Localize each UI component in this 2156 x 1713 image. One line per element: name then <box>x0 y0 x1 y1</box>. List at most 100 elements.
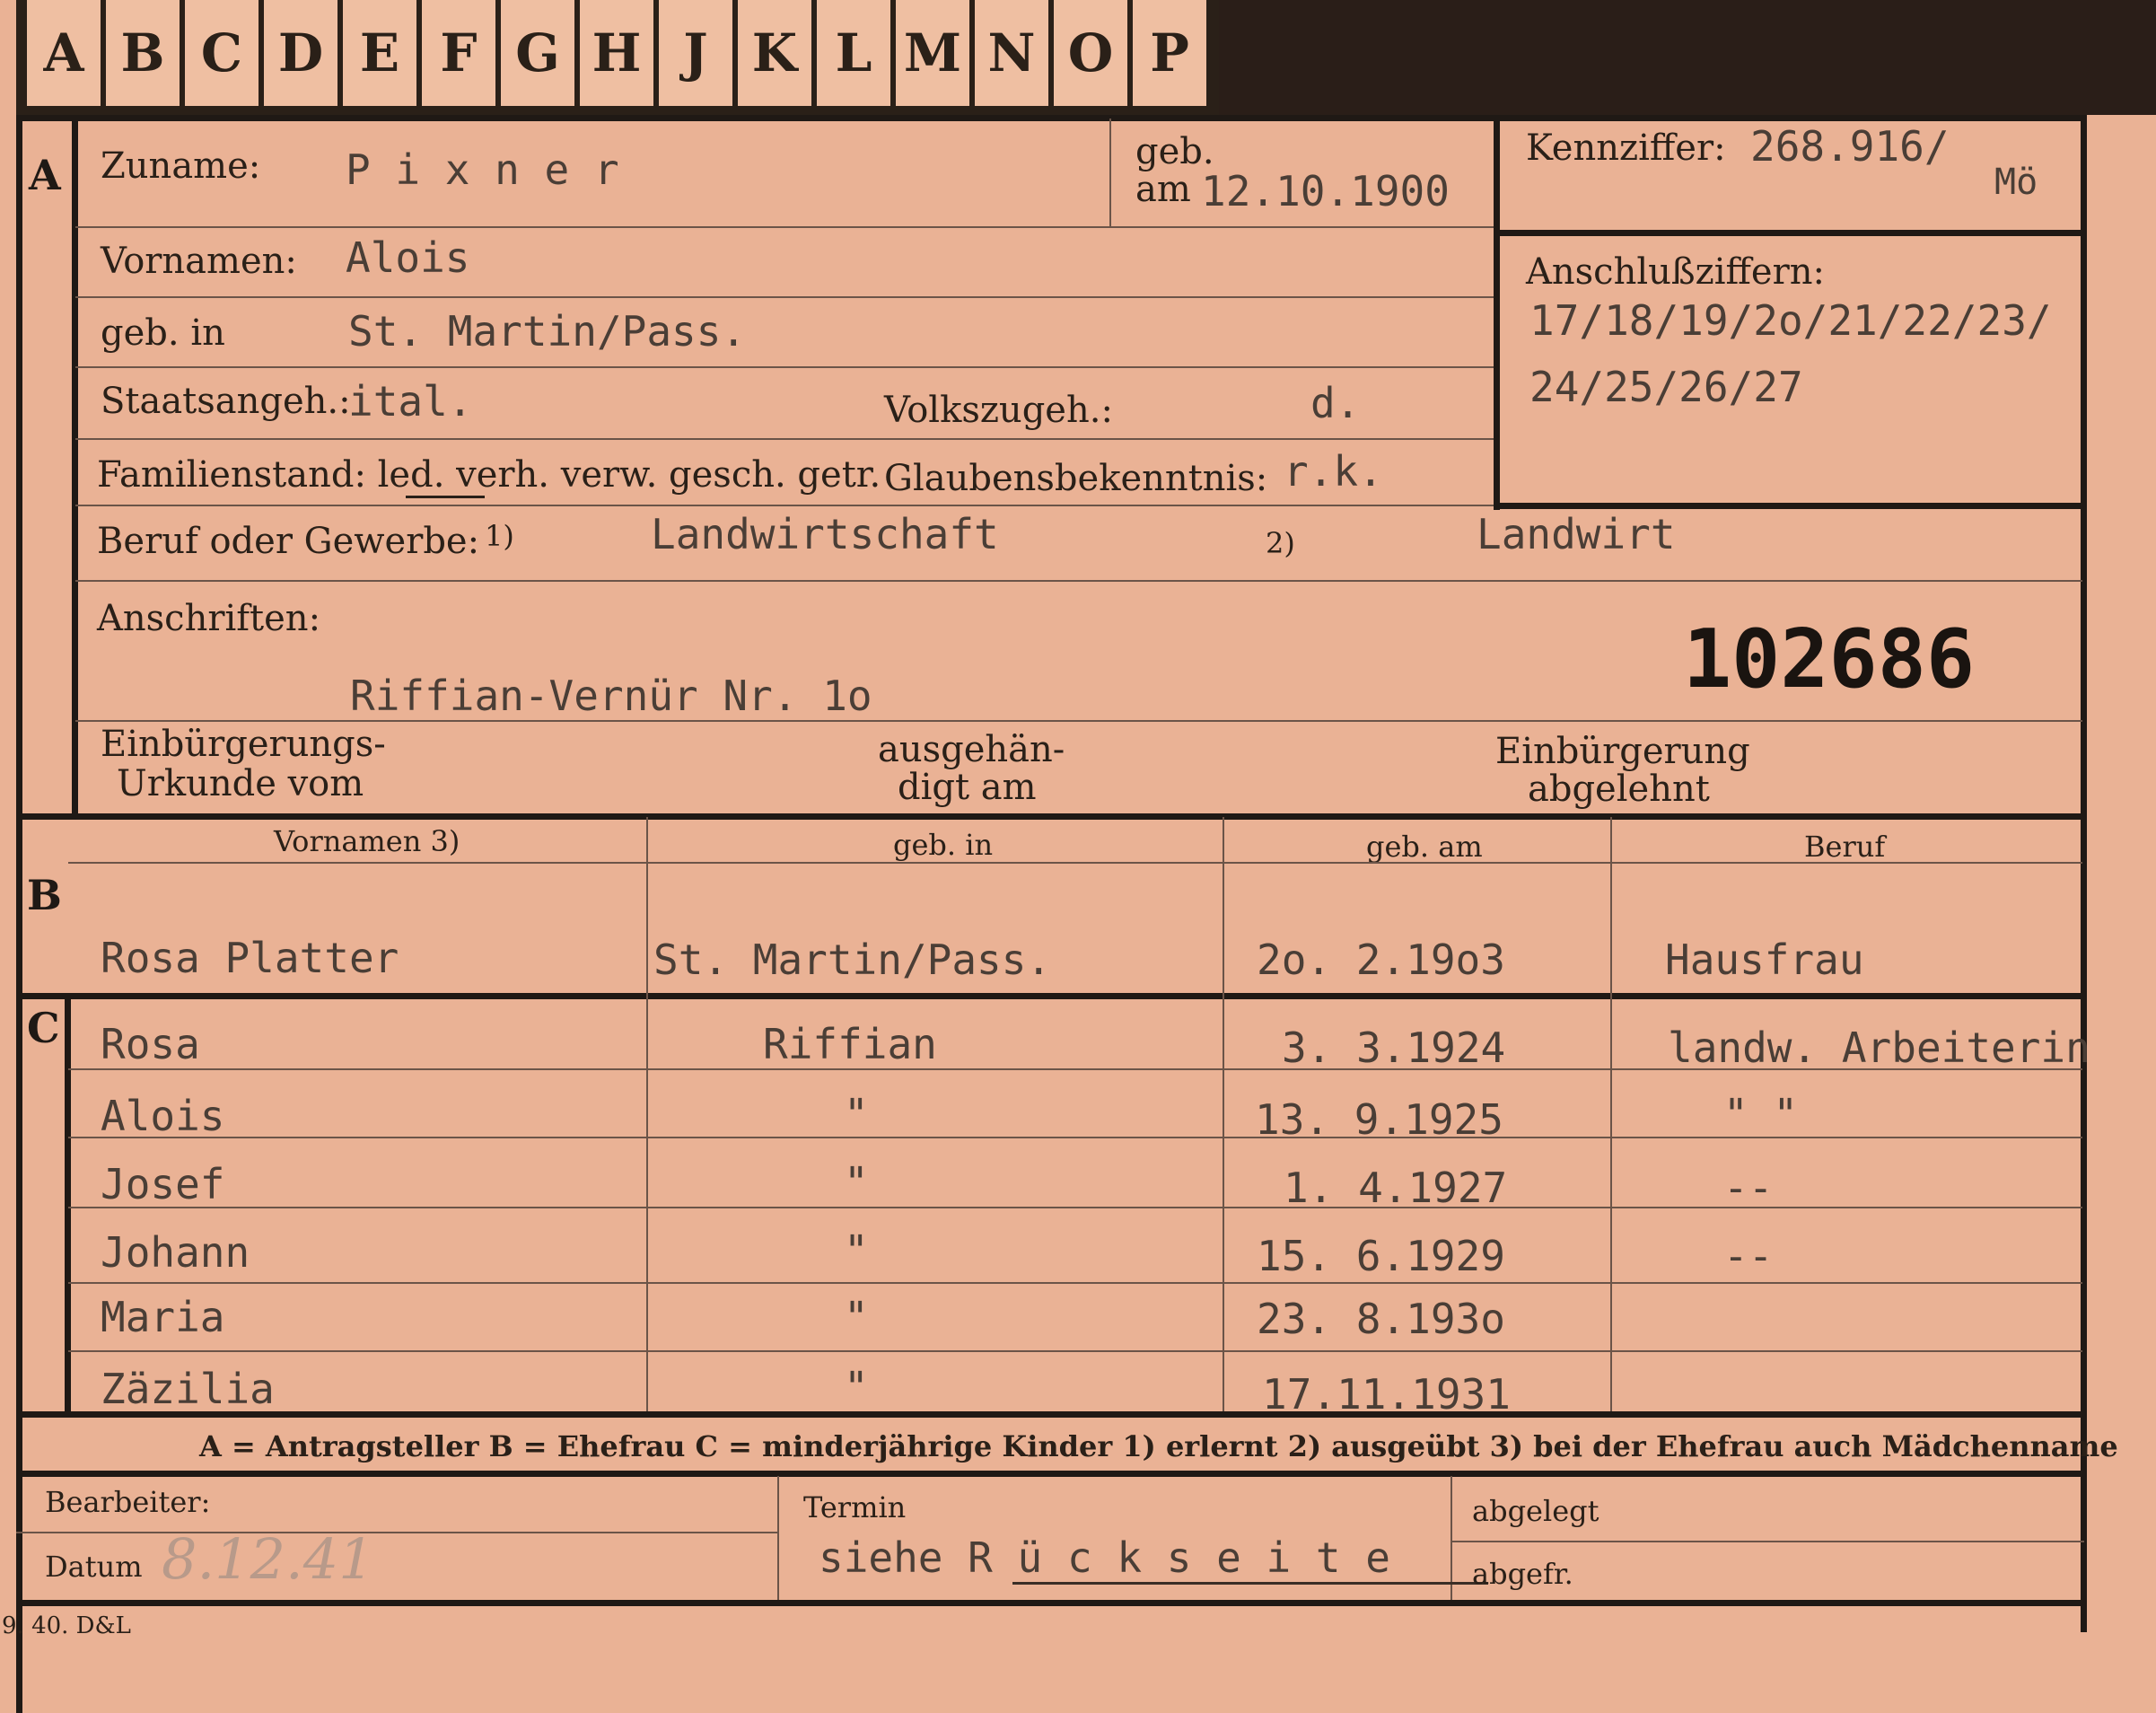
row-line <box>75 720 2082 722</box>
term-underline <box>1012 1582 1488 1585</box>
spouse-header-names: Vornamen 3) <box>274 824 460 858</box>
section-c-top <box>16 993 2086 999</box>
citizenship-value: ital. <box>348 377 473 426</box>
born-label-am: am <box>1135 169 1191 210</box>
handed-label-1: ausgehän- <box>878 729 1065 770</box>
child-job: -- <box>1723 1164 1774 1212</box>
record-number: 102686 <box>1683 612 1976 707</box>
row-line <box>75 438 1494 440</box>
row-line <box>68 1282 2082 1284</box>
child-name: Alois <box>101 1092 225 1140</box>
code-value: 268.916/ <box>1750 122 1950 171</box>
naturalization-label-1: Einbürgerungs- <box>101 724 386 765</box>
code-suffix: Mö <box>1994 162 2038 203</box>
date-label: Datum <box>45 1550 143 1584</box>
child-date: 3. 3.1924 <box>1282 1023 1506 1072</box>
row-line <box>75 580 2082 582</box>
sent-label: abgefr. <box>1472 1557 1573 1591</box>
legend-bottom <box>16 1471 2086 1477</box>
surname-label: Zuname: <box>101 145 261 187</box>
occupation-learned: Landwirtschaft <box>651 510 999 558</box>
tab-p: P <box>1133 0 1206 106</box>
handed-label-2: digt am <box>898 767 1037 808</box>
row-line <box>75 296 1494 298</box>
connected-line-2: 24/25/26/27 <box>1529 363 1803 411</box>
tab-h: H <box>580 0 653 106</box>
section-c-label: C <box>27 1004 60 1052</box>
tab-d: D <box>264 0 337 106</box>
tab-l: L <box>817 0 890 106</box>
term-label: Termin <box>803 1490 907 1524</box>
birthplace-label: geb. in <box>101 312 225 354</box>
child-job: landw. Arbeiterin <box>1668 1023 2090 1072</box>
child-name: Josef <box>101 1160 225 1208</box>
connected-line-1: 17/18/19/2o/21/22/23/ <box>1529 296 2052 345</box>
religion-value: r.k. <box>1284 447 1383 496</box>
child-name: Zäzilia <box>101 1365 275 1413</box>
row-line <box>75 226 1494 228</box>
footer-bottom <box>16 1600 2086 1606</box>
tab-j: J <box>659 0 732 106</box>
tab-f: F <box>422 0 495 106</box>
row-line <box>68 1350 2082 1352</box>
section-c-divider <box>65 997 71 1415</box>
birthplace-value: St. Martin/Pass. <box>348 307 747 356</box>
tab-m: M <box>896 0 969 106</box>
rejected-label-1: Einbürgerung <box>1495 731 1750 772</box>
col-line <box>1610 817 1612 1413</box>
born-divider <box>1109 119 1111 226</box>
occupation-note-2: 2) <box>1266 526 1295 560</box>
spouse-header-occupation: Beruf <box>1804 830 1886 864</box>
spouse-header-birthdate: geb. am <box>1366 830 1483 864</box>
tab-a: A <box>27 0 101 106</box>
occupation-note-1: 1) <box>485 519 514 553</box>
spouse-birthplace: St. Martin/Pass. <box>653 936 1052 984</box>
clerk-label: Bearbeiter: <box>45 1485 211 1519</box>
col-line <box>1223 817 1224 1413</box>
spouse-name: Rosa Platter <box>101 934 399 982</box>
connected-label: Anschlußziffern: <box>1526 251 1825 293</box>
child-place: " <box>844 1293 869 1341</box>
filed-label: abgelegt <box>1472 1494 1599 1528</box>
spouse-header-line <box>68 862 2082 864</box>
section-a-divider <box>72 115 78 815</box>
firstnames-label: Vornamen: <box>101 241 297 282</box>
ethnicity-label: Volkszugeh.: <box>884 390 1113 431</box>
footer-row-line <box>16 1532 779 1533</box>
child-name: Maria <box>101 1293 225 1341</box>
tab-k: K <box>738 0 811 106</box>
firstnames-value: Alois <box>346 233 470 282</box>
row-line <box>68 1068 2082 1070</box>
row-line <box>68 1207 2082 1208</box>
letter-tabs: A B C D E F G H J K L M N O P <box>16 0 1219 115</box>
top-dark-band <box>1219 0 2156 115</box>
child-name: Johann <box>101 1228 250 1277</box>
child-date: 1. 4.1927 <box>1284 1164 1508 1212</box>
right-border <box>2081 115 2087 1632</box>
child-name: Rosa <box>101 1020 200 1068</box>
section-b-label: B <box>27 871 62 919</box>
legend: A = Antragsteller B = Ehefrau C = minder… <box>199 1429 2118 1463</box>
child-place: Riffian <box>763 1020 937 1068</box>
marital-label: Familienstand: led. verh. verw. gesch. g… <box>97 454 881 496</box>
printer-mark: 9. 40. D&L <box>2 1612 131 1639</box>
footer-row-line <box>1450 1541 2084 1542</box>
reference-box-bottom <box>1494 503 2082 509</box>
religion-label: Glaubensbekenntnis: <box>884 458 1268 499</box>
tab-e: E <box>343 0 416 106</box>
legend-top <box>16 1411 2086 1418</box>
tab-o: O <box>1054 0 1127 106</box>
address-value: Riffian-Vernür Nr. 1o <box>350 672 872 720</box>
spouse-occupation: Hausfrau <box>1665 936 1864 984</box>
rejected-label-2: abgelehnt <box>1528 769 1710 810</box>
code-label: Kennziffer: <box>1526 127 1726 169</box>
child-job: -- <box>1723 1232 1774 1280</box>
tab-g: G <box>501 0 574 106</box>
footer-col-line <box>777 1476 779 1602</box>
address-label: Anschriften: <box>97 598 321 639</box>
top-border <box>16 115 2086 121</box>
born-date: 12.10.1900 <box>1201 167 1450 215</box>
child-place: " <box>844 1090 869 1138</box>
section-b-top <box>16 813 2086 820</box>
reference-box-left <box>1494 115 1500 510</box>
